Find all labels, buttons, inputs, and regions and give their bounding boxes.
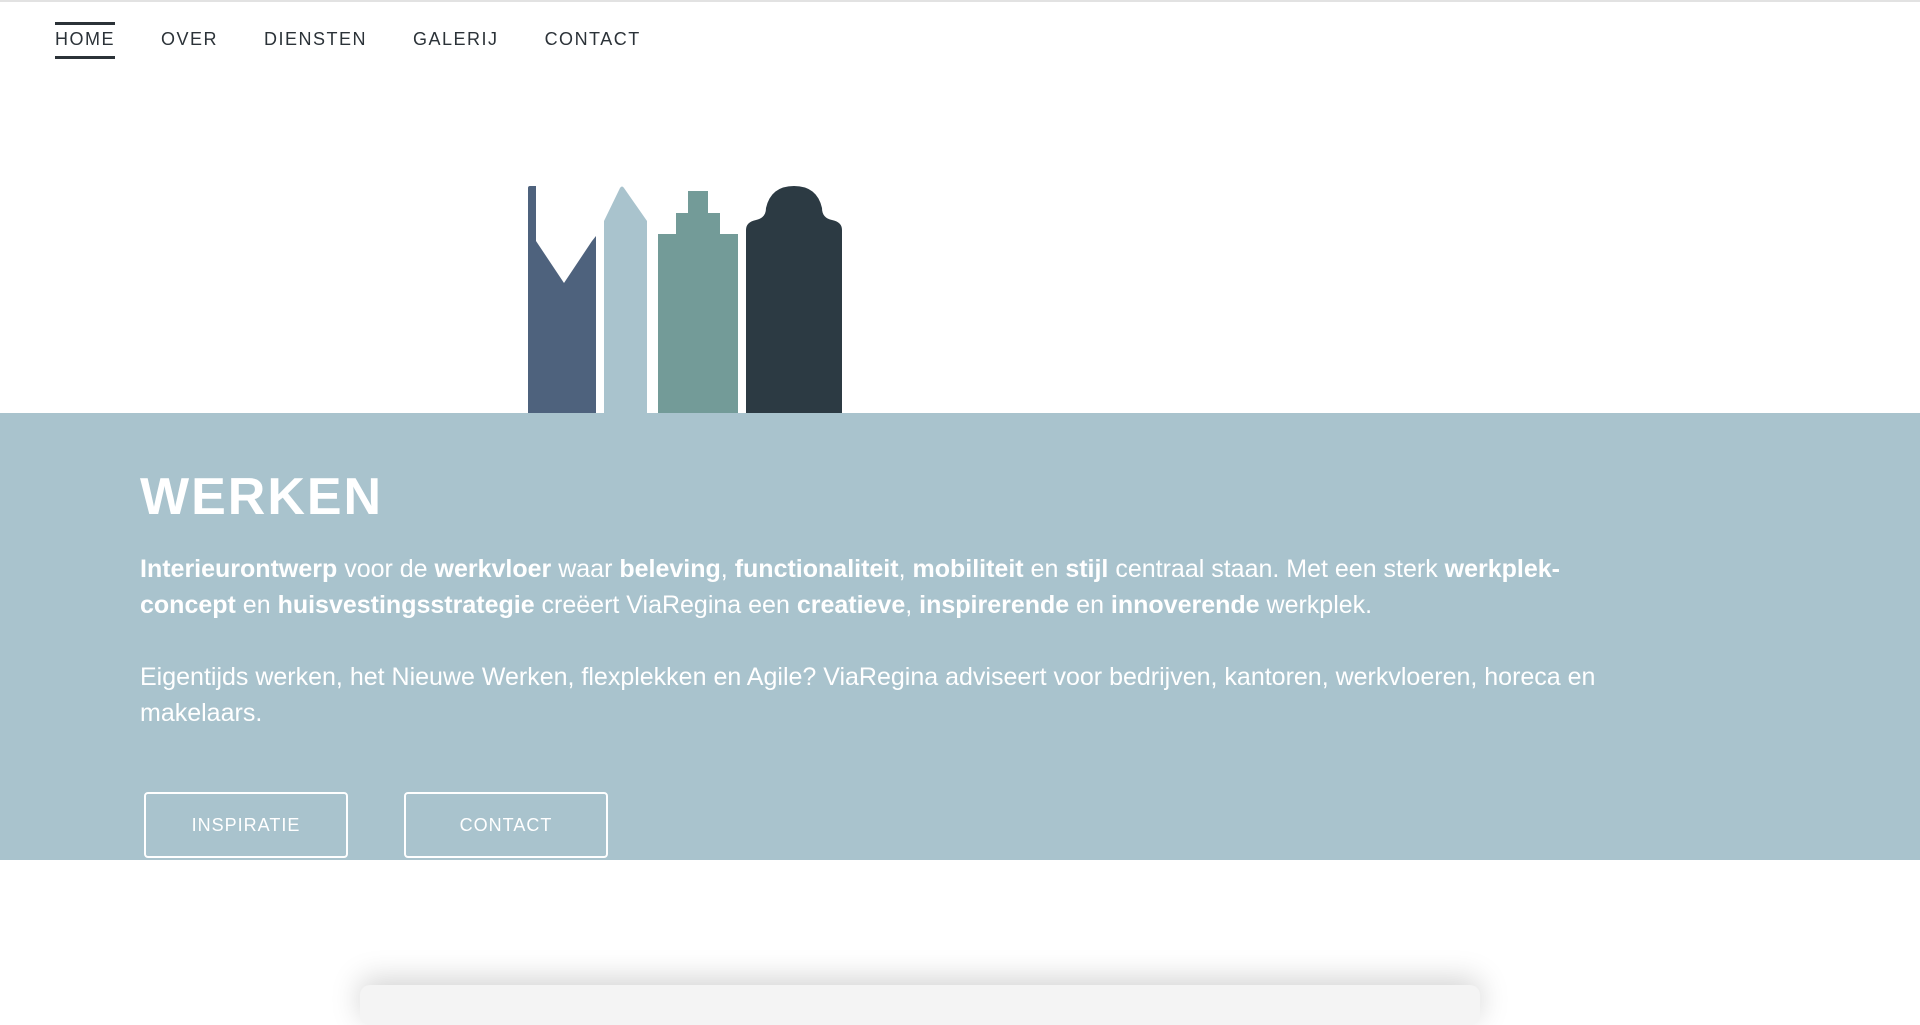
logo-house-1 <box>528 186 596 414</box>
hero-keyword: Interieurontwerp <box>140 555 338 583</box>
content-card-edge <box>360 985 1480 1025</box>
hero-intro-text: Interieurontwerp voor de werkvloer waar … <box>140 551 1640 623</box>
hero-section: WERKEN Interieurontwerp voor de werkvloe… <box>0 413 1920 860</box>
hero-keyword: werkvloer <box>434 555 552 583</box>
top-border <box>0 0 1920 2</box>
nav-item-home[interactable]: HOME <box>55 22 115 59</box>
hero-text-segment: centraal staan. Met een sterk <box>1108 555 1445 583</box>
contact-button[interactable]: CONTACT <box>404 792 608 858</box>
hero-text-segment: en <box>1069 591 1111 619</box>
hero-keyword: stijl <box>1065 555 1109 583</box>
hero-keyword: innoverende <box>1110 591 1260 619</box>
hero-secondary-text: Eigentijds werken, het Nieuwe Werken, fl… <box>140 663 1596 727</box>
main-navigation: HOME OVER DIENSTEN GALERIJ CONTACT <box>55 22 641 59</box>
hero-text-segment: creëert ViaRegina een <box>534 591 797 619</box>
hero-keyword: inspirerende <box>919 591 1070 619</box>
hero-keyword: mobiliteit <box>912 555 1024 583</box>
hero-text-segment: en <box>235 591 278 619</box>
hero-keyword: huisvestingsstrategie <box>277 591 535 619</box>
hero-text-segment: en <box>1023 555 1066 583</box>
hero-keyword: functionaliteit <box>734 555 899 583</box>
logo-house-2 <box>604 186 647 414</box>
hero-text-segment: werkplek. <box>1259 591 1373 619</box>
hero-text-segment: voor de <box>337 555 435 583</box>
hero-keyword: creatieve <box>796 591 906 619</box>
nav-item-over[interactable]: OVER <box>161 22 218 59</box>
nav-item-diensten[interactable]: DIENSTEN <box>264 22 367 59</box>
hero-text-segment: , <box>720 555 735 583</box>
hero-text-segment: , <box>898 555 913 583</box>
logo-house-3 <box>658 191 738 414</box>
logo-house-4 <box>746 186 842 414</box>
hero-keyword: beleving <box>619 555 721 583</box>
nav-item-contact[interactable]: CONTACT <box>545 22 641 59</box>
hero-text-segment: waar <box>551 555 620 583</box>
canal-houses-logo-icon <box>528 186 842 414</box>
hero-title: WERKEN <box>140 468 384 526</box>
nav-item-galerij[interactable]: GALERIJ <box>413 22 499 59</box>
inspiratie-button[interactable]: INSPIRATIE <box>144 792 348 858</box>
hero-text-segment: , <box>905 591 920 619</box>
